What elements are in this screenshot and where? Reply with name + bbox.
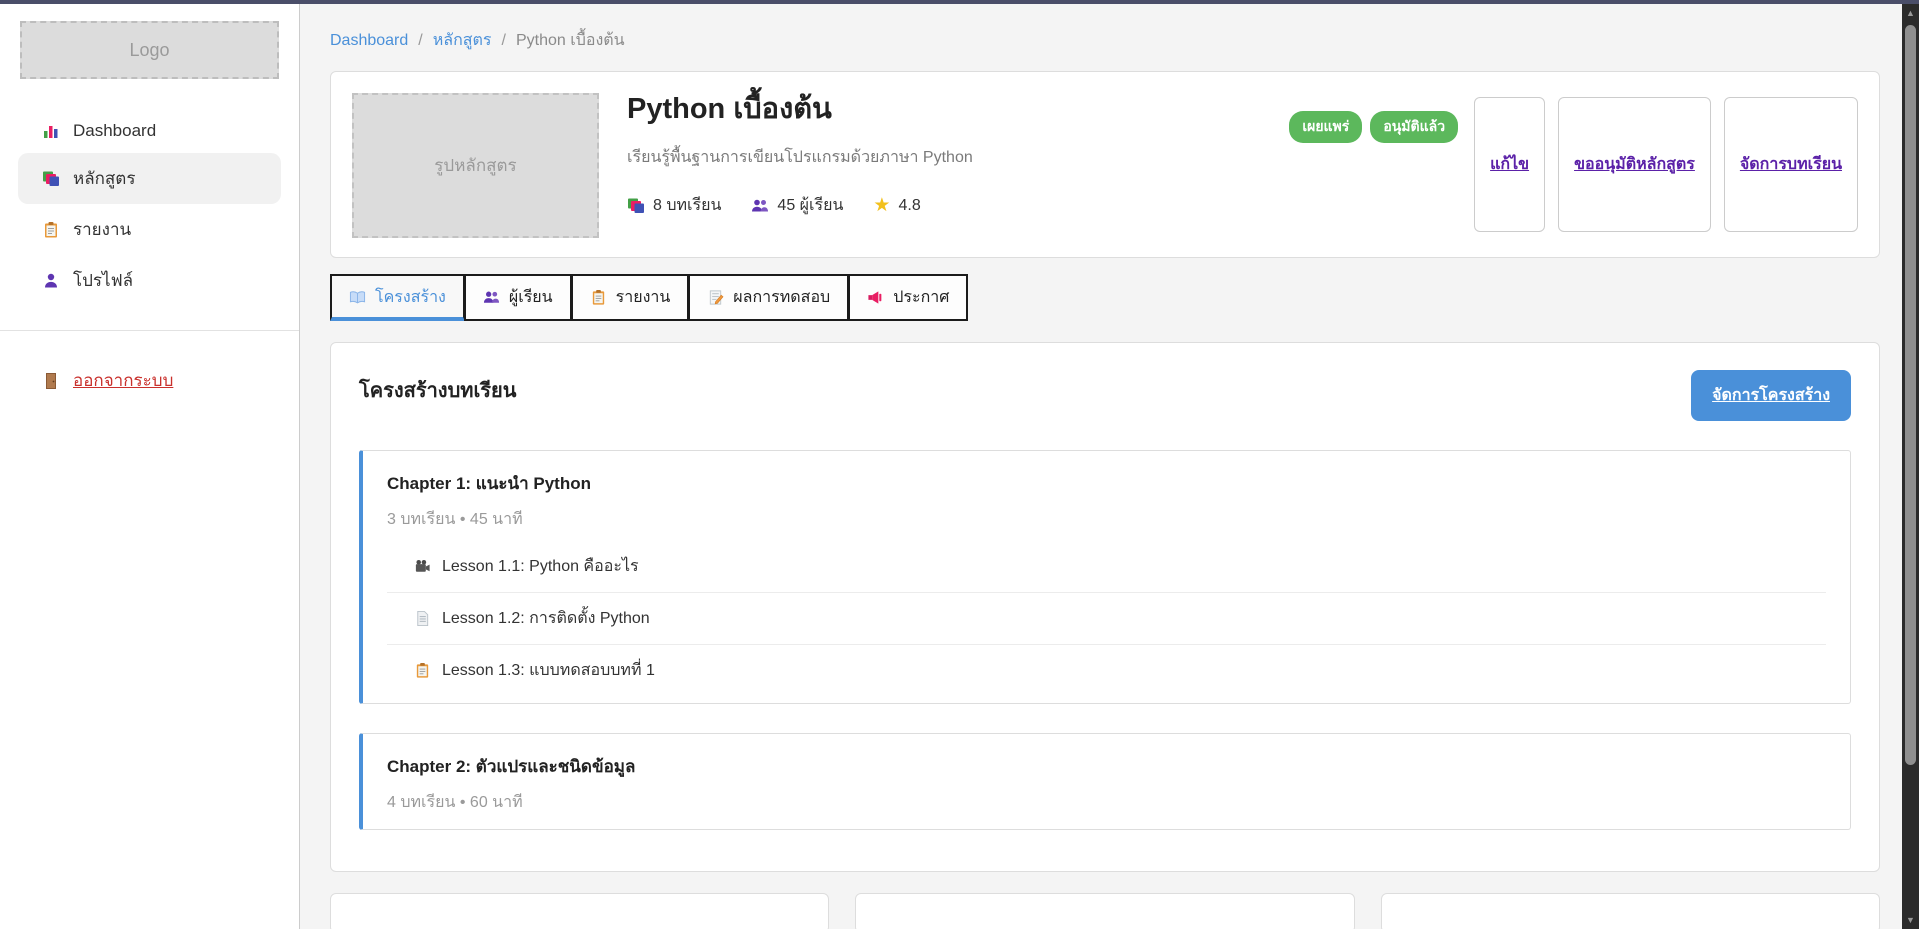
lesson-row[interactable]: Lesson 1.1: Python คืออะไร	[387, 541, 1826, 593]
open-book-icon	[349, 289, 366, 306]
logo-text: Logo	[129, 40, 169, 61]
sidebar-item-label: รายงาน	[73, 216, 131, 243]
request-approval-box: ขออนุมัติหลักสูตร	[1558, 97, 1711, 232]
course-header-card: รูปหลักสูตร Python เบื้องต้น เรียนรู้พื้…	[330, 71, 1880, 258]
scroll-down-arrow[interactable]: ▼	[1902, 911, 1919, 929]
lesson-row[interactable]: Lesson 1.3: แบบทดสอบบทที่ 1	[387, 645, 1826, 689]
video-camera-icon	[414, 558, 431, 575]
chapter-title: Chapter 1: แนะนำ Python	[387, 470, 1826, 497]
tab-announcements[interactable]: ประกาศ	[848, 274, 968, 321]
lesson-title: Lesson 1.1: Python คืออะไร	[442, 554, 639, 579]
books-icon	[627, 197, 645, 215]
tab-label: ผู้เรียน	[509, 285, 553, 310]
edit-course-link[interactable]: แก้ไข	[1490, 152, 1529, 177]
sidebar-item-label: Dashboard	[73, 121, 156, 141]
structure-heading: โครงสร้างบทเรียน	[359, 374, 516, 406]
manage-lessons-box: จัดการบทเรียน	[1724, 97, 1858, 232]
tab-bar: โครงสร้าง ผู้เรียน รายงาน ผลการทดสอบ ประ…	[330, 274, 1880, 321]
stat-students-value: 45 ผู้เรียน	[777, 193, 843, 218]
status-badge-published: เผยแพร่	[1289, 111, 1362, 143]
scroll-thumb[interactable]	[1905, 25, 1916, 765]
bottom-card	[330, 893, 829, 929]
lesson-title: Lesson 1.2: การติดตั้ง Python	[442, 606, 650, 631]
megaphone-icon	[867, 289, 884, 306]
stat-students: 45 ผู้เรียน	[751, 193, 843, 218]
breadcrumb: Dashboard / หลักสูตร / Python เบื้องต้น	[330, 28, 1880, 53]
tab-label: รายงาน	[616, 285, 671, 310]
sidebar-nav: Dashboard หลักสูตร รายงาน โปรไฟล์	[0, 109, 299, 306]
tab-label: ประกาศ	[893, 285, 949, 310]
chapter-meta: 3 บทเรียน • 45 นาที	[387, 507, 1826, 532]
scroll-up-arrow[interactable]: ▲	[1902, 4, 1919, 22]
stat-rating: ★ 4.8	[873, 196, 920, 215]
chapter-card-2: Chapter 2: ตัวแปรและชนิดข้อมูล 4 บทเรียน…	[359, 733, 1851, 830]
vertical-scrollbar[interactable]: ▲ ▼	[1902, 4, 1919, 929]
bottom-cards-row	[330, 893, 1880, 929]
door-icon	[42, 372, 60, 390]
app-layout: Logo Dashboard หลักสูตร รายงาน โปรไฟล์	[0, 4, 1919, 929]
course-title: Python เบื้องต้น	[627, 93, 1289, 126]
bottom-card	[855, 893, 1354, 929]
clipboard-icon	[42, 221, 60, 239]
books-icon	[42, 170, 60, 188]
chapter-meta: 4 บทเรียน • 60 นาที	[387, 790, 1826, 815]
clipboard-icon	[590, 289, 607, 306]
breadcrumb-current: Python เบื้องต้น	[516, 28, 625, 53]
status-badge-approved: อนุมัติแล้ว	[1370, 111, 1458, 143]
edit-course-box: แก้ไข	[1474, 97, 1545, 232]
breadcrumb-link-dashboard[interactable]: Dashboard	[330, 32, 408, 50]
document-icon	[414, 610, 431, 627]
stat-lessons: 8 บทเรียน	[627, 193, 721, 218]
tab-label: ผลการทดสอบ	[733, 285, 830, 310]
sidebar-divider	[0, 330, 299, 331]
main-content: Dashboard / หลักสูตร / Python เบื้องต้น …	[300, 4, 1919, 929]
lesson-row[interactable]: Lesson 1.2: การติดตั้ง Python	[387, 593, 1826, 645]
breadcrumb-link-courses[interactable]: หลักสูตร	[433, 28, 492, 53]
course-actions: แก้ไข ขออนุมัติหลักสูตร จัดการบทเรียน	[1474, 93, 1858, 236]
chapter-title: Chapter 2: ตัวแปรและชนิดข้อมูล	[387, 753, 1826, 780]
tab-students[interactable]: ผู้เรียน	[464, 274, 572, 321]
course-image-placeholder: รูปหลักสูตร	[352, 93, 599, 238]
tab-label: โครงสร้าง	[375, 285, 446, 310]
sidebar-item-dashboard[interactable]: Dashboard	[0, 109, 299, 153]
course-info: Python เบื้องต้น เรียนรู้พื้นฐานการเขียน…	[627, 93, 1289, 236]
sidebar-item-label: โปรไฟล์	[73, 267, 133, 294]
tab-reports[interactable]: รายงาน	[571, 274, 690, 321]
status-badges: เผยแพร่ อนุมัติแล้ว	[1289, 93, 1458, 236]
structure-panel-header: โครงสร้างบทเรียน จัดการโครงสร้าง	[359, 370, 1851, 421]
lesson-title: Lesson 1.3: แบบทดสอบบทที่ 1	[442, 658, 655, 683]
chapter-card-1: Chapter 1: แนะนำ Python 3 บทเรียน • 45 น…	[359, 450, 1851, 704]
person-icon	[42, 272, 60, 290]
bottom-card	[1381, 893, 1880, 929]
request-approval-link[interactable]: ขออนุมัติหลักสูตร	[1574, 152, 1695, 177]
course-stats: 8 บทเรียน 45 ผู้เรียน ★ 4.8	[627, 193, 1289, 218]
clipboard-icon	[414, 662, 431, 679]
lesson-list: Lesson 1.1: Python คืออะไร Lesson 1.2: ก…	[387, 541, 1826, 689]
course-description: เรียนรู้พื้นฐานการเขียนโปรแกรมด้วยภาษา P…	[627, 145, 1289, 170]
logo-placeholder: Logo	[20, 21, 279, 79]
people-icon	[751, 197, 769, 215]
sidebar-item-label: หลักสูตร	[73, 165, 135, 192]
bar-chart-icon	[42, 122, 60, 140]
manage-structure-button[interactable]: จัดการโครงสร้าง	[1691, 370, 1851, 421]
breadcrumb-separator: /	[502, 32, 506, 50]
course-image-placeholder-text: รูปหลักสูตร	[434, 152, 516, 179]
tab-test-results[interactable]: ผลการทดสอบ	[688, 274, 849, 321]
logout-label: ออกจากระบบ	[73, 367, 173, 394]
sidebar-item-reports[interactable]: รายงาน	[0, 204, 299, 255]
sidebar-item-logout[interactable]: ออกจากระบบ	[0, 355, 299, 406]
tab-structure[interactable]: โครงสร้าง	[330, 274, 465, 321]
stat-lessons-value: 8 บทเรียน	[653, 193, 721, 218]
structure-panel: โครงสร้างบทเรียน จัดการโครงสร้าง Chapter…	[330, 342, 1880, 872]
manage-lessons-link[interactable]: จัดการบทเรียน	[1740, 152, 1842, 177]
star-icon: ★	[873, 196, 890, 215]
breadcrumb-separator: /	[418, 32, 422, 50]
stat-rating-value: 4.8	[898, 197, 920, 215]
people-icon	[483, 289, 500, 306]
sidebar-item-courses[interactable]: หลักสูตร	[18, 153, 281, 204]
sidebar: Logo Dashboard หลักสูตร รายงาน โปรไฟล์	[0, 4, 300, 929]
sidebar-item-profile[interactable]: โปรไฟล์	[0, 255, 299, 306]
memo-pencil-icon	[707, 289, 724, 306]
